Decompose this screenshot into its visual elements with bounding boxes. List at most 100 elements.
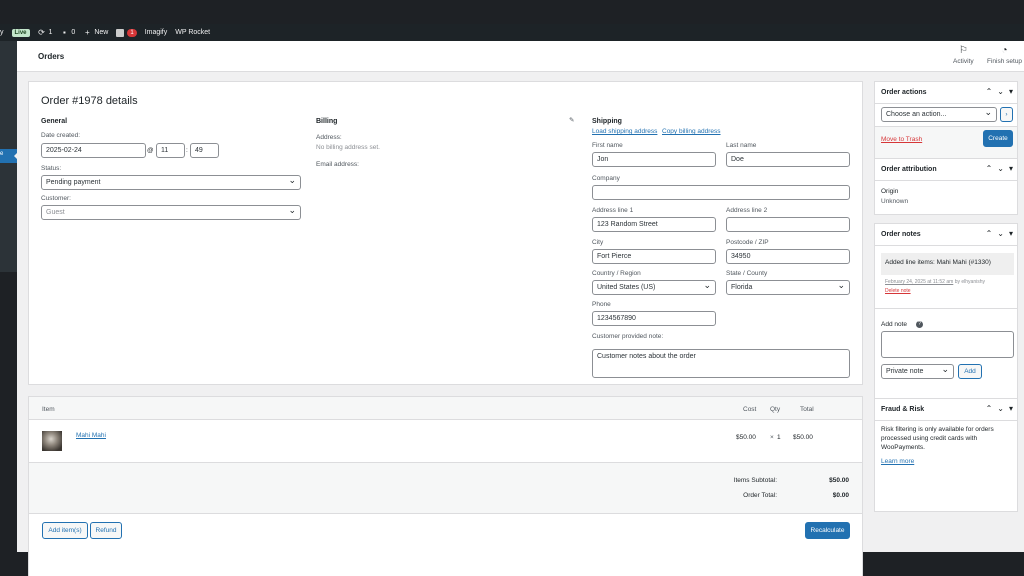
col-total: Total — [800, 406, 814, 413]
address-line-2-input[interactable] — [726, 217, 850, 232]
admin-bar: y Live ⟳ 1 ▪ 0 + New 1 Imagify WP Rocket — [0, 24, 1024, 41]
first-name-input[interactable]: Jon — [592, 152, 716, 167]
order-actions-controls: ⌃ ⌄ ▾ — [986, 87, 1013, 96]
page-title: Orders — [38, 52, 65, 61]
collapse-icon[interactable]: ▾ — [1009, 404, 1013, 413]
order-notes-box: Order notes ⌃ ⌄ ▾ Added line items: Mahi… — [874, 223, 1018, 427]
collapse-icon[interactable]: ▾ — [1009, 229, 1013, 238]
site-name-fragment[interactable]: y — [0, 29, 4, 36]
live-badge: Live — [11, 28, 30, 37]
collapse-icon[interactable]: ▾ — [1009, 164, 1013, 173]
order-total-label: Order Total: — [743, 492, 777, 499]
order-actions-title: Order actions — [881, 89, 927, 96]
yoast-item[interactable]: 1 — [116, 28, 137, 37]
add-note-textarea[interactable] — [881, 331, 1014, 358]
country-select[interactable]: United States (US) — [592, 280, 716, 295]
apply-action-button[interactable]: › — [1000, 107, 1013, 122]
phone-label: Phone — [592, 301, 611, 308]
postcode-input[interactable]: 34950 — [726, 249, 850, 264]
recalculate-button[interactable]: Recalculate — [805, 522, 850, 539]
activity-button[interactable]: ⚐ Activity — [953, 45, 974, 65]
comment-icon: ▪ — [63, 27, 66, 37]
create-button[interactable]: Create — [983, 130, 1013, 147]
move-to-trash-link[interactable]: Move to Trash — [881, 136, 922, 143]
items-subtotal-value: $50.00 — [829, 477, 849, 484]
origin-label: Origin — [881, 188, 899, 195]
admin-sidebar: e — [0, 41, 17, 272]
flag-icon: ⚐ — [958, 45, 968, 56]
progress-circle-icon: ◔ — [1001, 45, 1008, 56]
fraud-risk-text: Risk filtering is only available for ord… — [881, 426, 994, 451]
address-line-2-label: Address line 2 — [726, 207, 768, 214]
phone-input[interactable]: 1234567890 — [592, 311, 716, 326]
product-name-link[interactable]: Mahi Mahi — [76, 432, 106, 439]
refresh-icon: ⟳ — [38, 27, 45, 37]
status-select[interactable]: Pending payment — [41, 175, 301, 190]
imagify-item[interactable]: Imagify — [145, 29, 168, 36]
time-separator: : — [186, 147, 188, 154]
comments-item[interactable]: ▪ 0 — [60, 27, 75, 37]
delete-note-link[interactable]: Delete note — [885, 288, 911, 294]
order-total-value: $0.00 — [832, 492, 849, 499]
billing-heading: Billing — [316, 118, 338, 125]
move-down-icon[interactable]: ⌄ — [997, 404, 1004, 413]
note-type-select[interactable]: Private note — [881, 364, 954, 379]
page-header: Orders ⚐ Activity ◔ Finish setup — [17, 41, 1024, 72]
order-title: Order #1978 details — [41, 95, 138, 107]
move-up-icon[interactable]: ⌃ — [986, 87, 993, 96]
plus-icon: + — [84, 27, 90, 37]
move-up-icon[interactable]: ⌃ — [986, 164, 993, 173]
edit-billing-icon[interactable]: ✎ — [569, 116, 574, 124]
finish-setup-button[interactable]: ◔ Finish setup — [987, 45, 1022, 65]
refund-button[interactable]: Refund — [90, 522, 122, 539]
order-details-panel: Order #1978 details General Date created… — [28, 81, 863, 385]
company-input[interactable] — [592, 185, 850, 200]
main-content: Orders ⚐ Activity ◔ Finish setup Order #… — [17, 41, 1024, 576]
new-content-item[interactable]: + New — [83, 27, 108, 37]
last-name-input[interactable]: Doe — [726, 152, 850, 167]
move-down-icon[interactable]: ⌄ — [997, 229, 1004, 238]
date-created-input[interactable]: 2025-02-24 — [41, 143, 146, 158]
load-shipping-address-link[interactable]: Load shipping address — [592, 128, 657, 135]
item-cost: $50.00 — [736, 434, 756, 441]
help-icon[interactable]: ? — [916, 321, 923, 328]
table-row: Mahi Mahi $50.00 × 1 $50.00 — [29, 420, 862, 462]
yoast-badge: 1 — [127, 28, 137, 37]
move-up-icon[interactable]: ⌃ — [986, 404, 993, 413]
order-items-panel: Item Cost Qty Total Mahi Mahi $50.00 × 1… — [28, 396, 863, 576]
last-name-label: Last name — [726, 142, 757, 149]
add-note-button[interactable]: Add — [958, 364, 982, 379]
date-created-label: Date created: — [41, 132, 81, 139]
customer-note-textarea[interactable]: Customer notes about the order — [592, 349, 850, 378]
sidebar-current-label: e — [0, 151, 4, 157]
minute-input[interactable]: 49 — [190, 143, 219, 158]
move-down-icon[interactable]: ⌄ — [997, 87, 1004, 96]
billing-address-value: No billing address set. — [316, 144, 380, 151]
first-name-label: First name — [592, 142, 623, 149]
postcode-label: Postcode / ZIP — [726, 239, 769, 246]
order-action-select[interactable]: Choose an action... — [881, 107, 997, 122]
learn-more-link[interactable]: Learn more — [881, 458, 914, 465]
customer-select[interactable]: Guest — [41, 205, 301, 220]
address-line-1-input[interactable]: 123 Random Street — [592, 217, 716, 232]
updates-item[interactable]: ⟳ 1 — [38, 27, 52, 37]
country-label: Country / Region — [592, 270, 641, 277]
move-down-icon[interactable]: ⌄ — [997, 164, 1004, 173]
customer-label: Customer: — [41, 195, 71, 202]
customer-note-label: Customer provided note: — [592, 333, 664, 340]
fraud-risk-title: Fraud & Risk — [881, 406, 925, 413]
add-items-button[interactable]: Add item(s) — [42, 522, 88, 539]
item-total: $50.00 — [793, 434, 813, 441]
city-input[interactable]: Fort Pierce — [592, 249, 716, 264]
note-meta: February 24, 2025 at 11:52 am by elhyani… — [885, 279, 985, 285]
state-select[interactable]: Florida — [726, 280, 850, 295]
product-thumbnail[interactable] — [42, 431, 62, 451]
order-attribution-title: Order attribution — [881, 166, 937, 173]
collapse-icon[interactable]: ▾ — [1009, 87, 1013, 96]
move-up-icon[interactable]: ⌃ — [986, 229, 993, 238]
wp-rocket-item[interactable]: WP Rocket — [175, 29, 210, 36]
copy-billing-address-link[interactable]: Copy billing address — [662, 128, 721, 135]
note-text: Added line items: Mahi Mahi (#1330) — [885, 259, 991, 266]
hour-input[interactable]: 11 — [156, 143, 185, 158]
company-label: Company — [592, 175, 620, 182]
